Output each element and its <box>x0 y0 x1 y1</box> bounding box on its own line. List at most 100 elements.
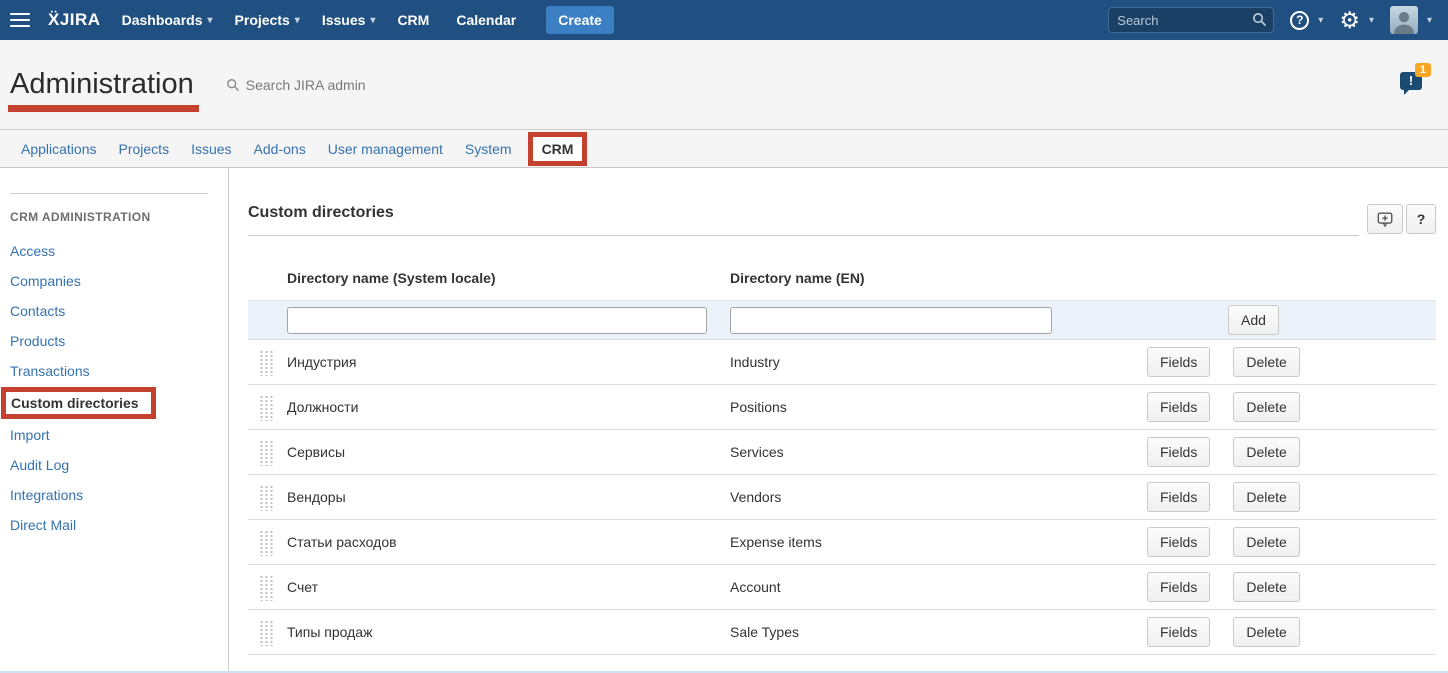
delete-button[interactable]: Delete <box>1233 482 1299 512</box>
navbar-item[interactable]: Dashboards ▾ <box>111 12 224 28</box>
notification-icon[interactable]: ! 1 <box>1400 72 1422 90</box>
sidebar-item-custom-directories[interactable]: Custom directories <box>6 392 151 414</box>
chevron-down-icon: ▾ <box>295 15 300 26</box>
help-button[interactable]: ? <box>1406 204 1436 234</box>
content: CRM ADMINISTRATION AccessCompaniesContac… <box>0 168 1448 673</box>
directory-name-en: Industry <box>730 354 1147 370</box>
directory-name-locale: Счет <box>287 579 730 595</box>
annotation-underline <box>8 105 199 112</box>
new-directory-locale-input[interactable] <box>287 307 707 334</box>
feedback-button[interactable] <box>1367 204 1403 234</box>
create-button[interactable]: Create <box>546 6 614 34</box>
admin-tab[interactable]: Projects <box>108 141 181 157</box>
drag-handle-icon[interactable] <box>258 529 273 556</box>
navbar-item[interactable]: Projects ▾ <box>224 12 311 28</box>
table-row: Должности Positions Fields Delete <box>248 385 1436 430</box>
column-header-actions <box>1147 270 1436 286</box>
sidebar-item[interactable]: Integrations <box>10 480 228 510</box>
person-icon <box>1390 6 1418 34</box>
chevron-down-icon: ▾ <box>208 15 213 26</box>
directory-name-en: Account <box>730 579 1147 595</box>
sidebar-item[interactable]: Import <box>10 420 228 450</box>
sidebar-heading: CRM ADMINISTRATION <box>10 210 228 224</box>
drag-handle-icon[interactable] <box>258 619 273 646</box>
sidebar-item[interactable]: Direct Mail <box>10 510 228 540</box>
sidebar-item[interactable]: Companies <box>10 266 228 296</box>
delete-button[interactable]: Delete <box>1233 572 1299 602</box>
search-icon[interactable] <box>1252 12 1267 27</box>
column-header-en: Directory name (EN) <box>730 270 1147 286</box>
page-title: Administration <box>10 68 194 101</box>
help-icon: ? <box>1290 11 1309 30</box>
annotation-box-crm-tab: CRM <box>528 132 588 166</box>
sidebar-items-bottom: ImportAudit LogIntegrationsDirect Mail <box>0 420 228 540</box>
drag-handle-icon[interactable] <box>258 574 273 601</box>
delete-button[interactable]: Delete <box>1233 347 1299 377</box>
delete-button[interactable]: Delete <box>1233 527 1299 557</box>
sidebar-item[interactable]: Transactions <box>10 356 228 386</box>
user-menu[interactable]: ▾ <box>1390 6 1432 34</box>
chevron-down-icon: ▾ <box>1427 15 1432 26</box>
delete-button[interactable]: Delete <box>1233 437 1299 467</box>
table-row: Индустрия Industry Fields Delete <box>248 340 1436 385</box>
admin-tab[interactable]: Add-ons <box>243 141 317 157</box>
admin-search-input[interactable] <box>246 77 466 93</box>
fields-button[interactable]: Fields <box>1147 392 1210 422</box>
chevron-down-icon: ▾ <box>1369 15 1374 26</box>
admin-gear-menu[interactable]: ⚙ ▾ <box>1339 9 1374 32</box>
sidebar-divider <box>10 193 208 194</box>
add-button[interactable]: Add <box>1228 305 1279 335</box>
fields-button[interactable]: Fields <box>1147 482 1210 512</box>
directory-name-locale: Должности <box>287 399 730 415</box>
navbar-item-label: Projects <box>235 12 290 28</box>
drag-handle-icon[interactable] <box>258 484 273 511</box>
fields-button[interactable]: Fields <box>1147 437 1210 467</box>
admin-tab[interactable]: System <box>454 141 523 157</box>
drag-handle-icon[interactable] <box>258 439 273 466</box>
sidebar-item[interactable]: Contacts <box>10 296 228 326</box>
table-row: Счет Account Fields Delete <box>248 565 1436 610</box>
title-block: Administration <box>10 68 194 101</box>
main-panel: Custom directories ? Directory name (Sys… <box>229 168 1448 673</box>
header-buttons: ? <box>1367 204 1436 234</box>
directory-name-locale: Индустрия <box>287 354 730 370</box>
navbar-item[interactable]: CRM <box>386 12 445 28</box>
drag-handle-icon[interactable] <box>258 349 273 376</box>
drag-handle-icon[interactable] <box>258 394 273 421</box>
directory-name-locale: Статьи расходов <box>287 534 730 550</box>
hamburger-menu-icon[interactable] <box>10 13 30 27</box>
directory-name-locale: Типы продаж <box>287 624 730 640</box>
feedback-bubble-plus-icon <box>1376 210 1394 228</box>
admin-tab[interactable]: Applications <box>10 141 108 157</box>
new-directory-en-input[interactable] <box>730 307 1052 334</box>
fields-button[interactable]: Fields <box>1147 347 1210 377</box>
chevron-down-icon: ▾ <box>1318 15 1323 26</box>
admin-tab[interactable]: User management <box>317 141 454 157</box>
admin-tab-links: ApplicationsProjectsIssuesAdd-onsUser ma… <box>10 141 523 157</box>
gear-icon: ⚙ <box>1339 9 1360 32</box>
navbar-menu: Dashboards ▾ Projects ▾ Issues ▾ CRM Cal… <box>111 12 533 28</box>
delete-button[interactable]: Delete <box>1233 392 1299 422</box>
fields-button[interactable]: Fields <box>1147 527 1210 557</box>
navbar-item[interactable]: Issues ▾ <box>311 12 387 28</box>
annotation-box-custom-directories: Custom directories <box>1 387 156 419</box>
notification-badge: 1 <box>1415 63 1431 77</box>
jira-logo[interactable]: ẌJIRA <box>48 10 101 30</box>
help-menu[interactable]: ? ▾ <box>1290 11 1323 30</box>
admin-search <box>226 77 466 93</box>
navbar-item-label: Dashboards <box>122 12 203 28</box>
sidebar-item[interactable]: Audit Log <box>10 450 228 480</box>
directory-name-locale: Сервисы <box>287 444 730 460</box>
admin-tab[interactable]: Issues <box>180 141 242 157</box>
sidebar-item[interactable]: Access <box>10 236 228 266</box>
handle-column-header <box>248 270 287 286</box>
delete-button[interactable]: Delete <box>1233 617 1299 647</box>
fields-button[interactable]: Fields <box>1147 617 1210 647</box>
navbar-item[interactable]: Calendar <box>445 12 532 28</box>
sidebar-item[interactable]: Products <box>10 326 228 356</box>
tab-crm-active[interactable]: CRM <box>533 137 583 161</box>
table-row: Сервисы Services Fields Delete <box>248 430 1436 475</box>
fields-button[interactable]: Fields <box>1147 572 1210 602</box>
search-input[interactable] <box>1108 7 1274 33</box>
main-title-wrap: Custom directories <box>248 204 1359 236</box>
